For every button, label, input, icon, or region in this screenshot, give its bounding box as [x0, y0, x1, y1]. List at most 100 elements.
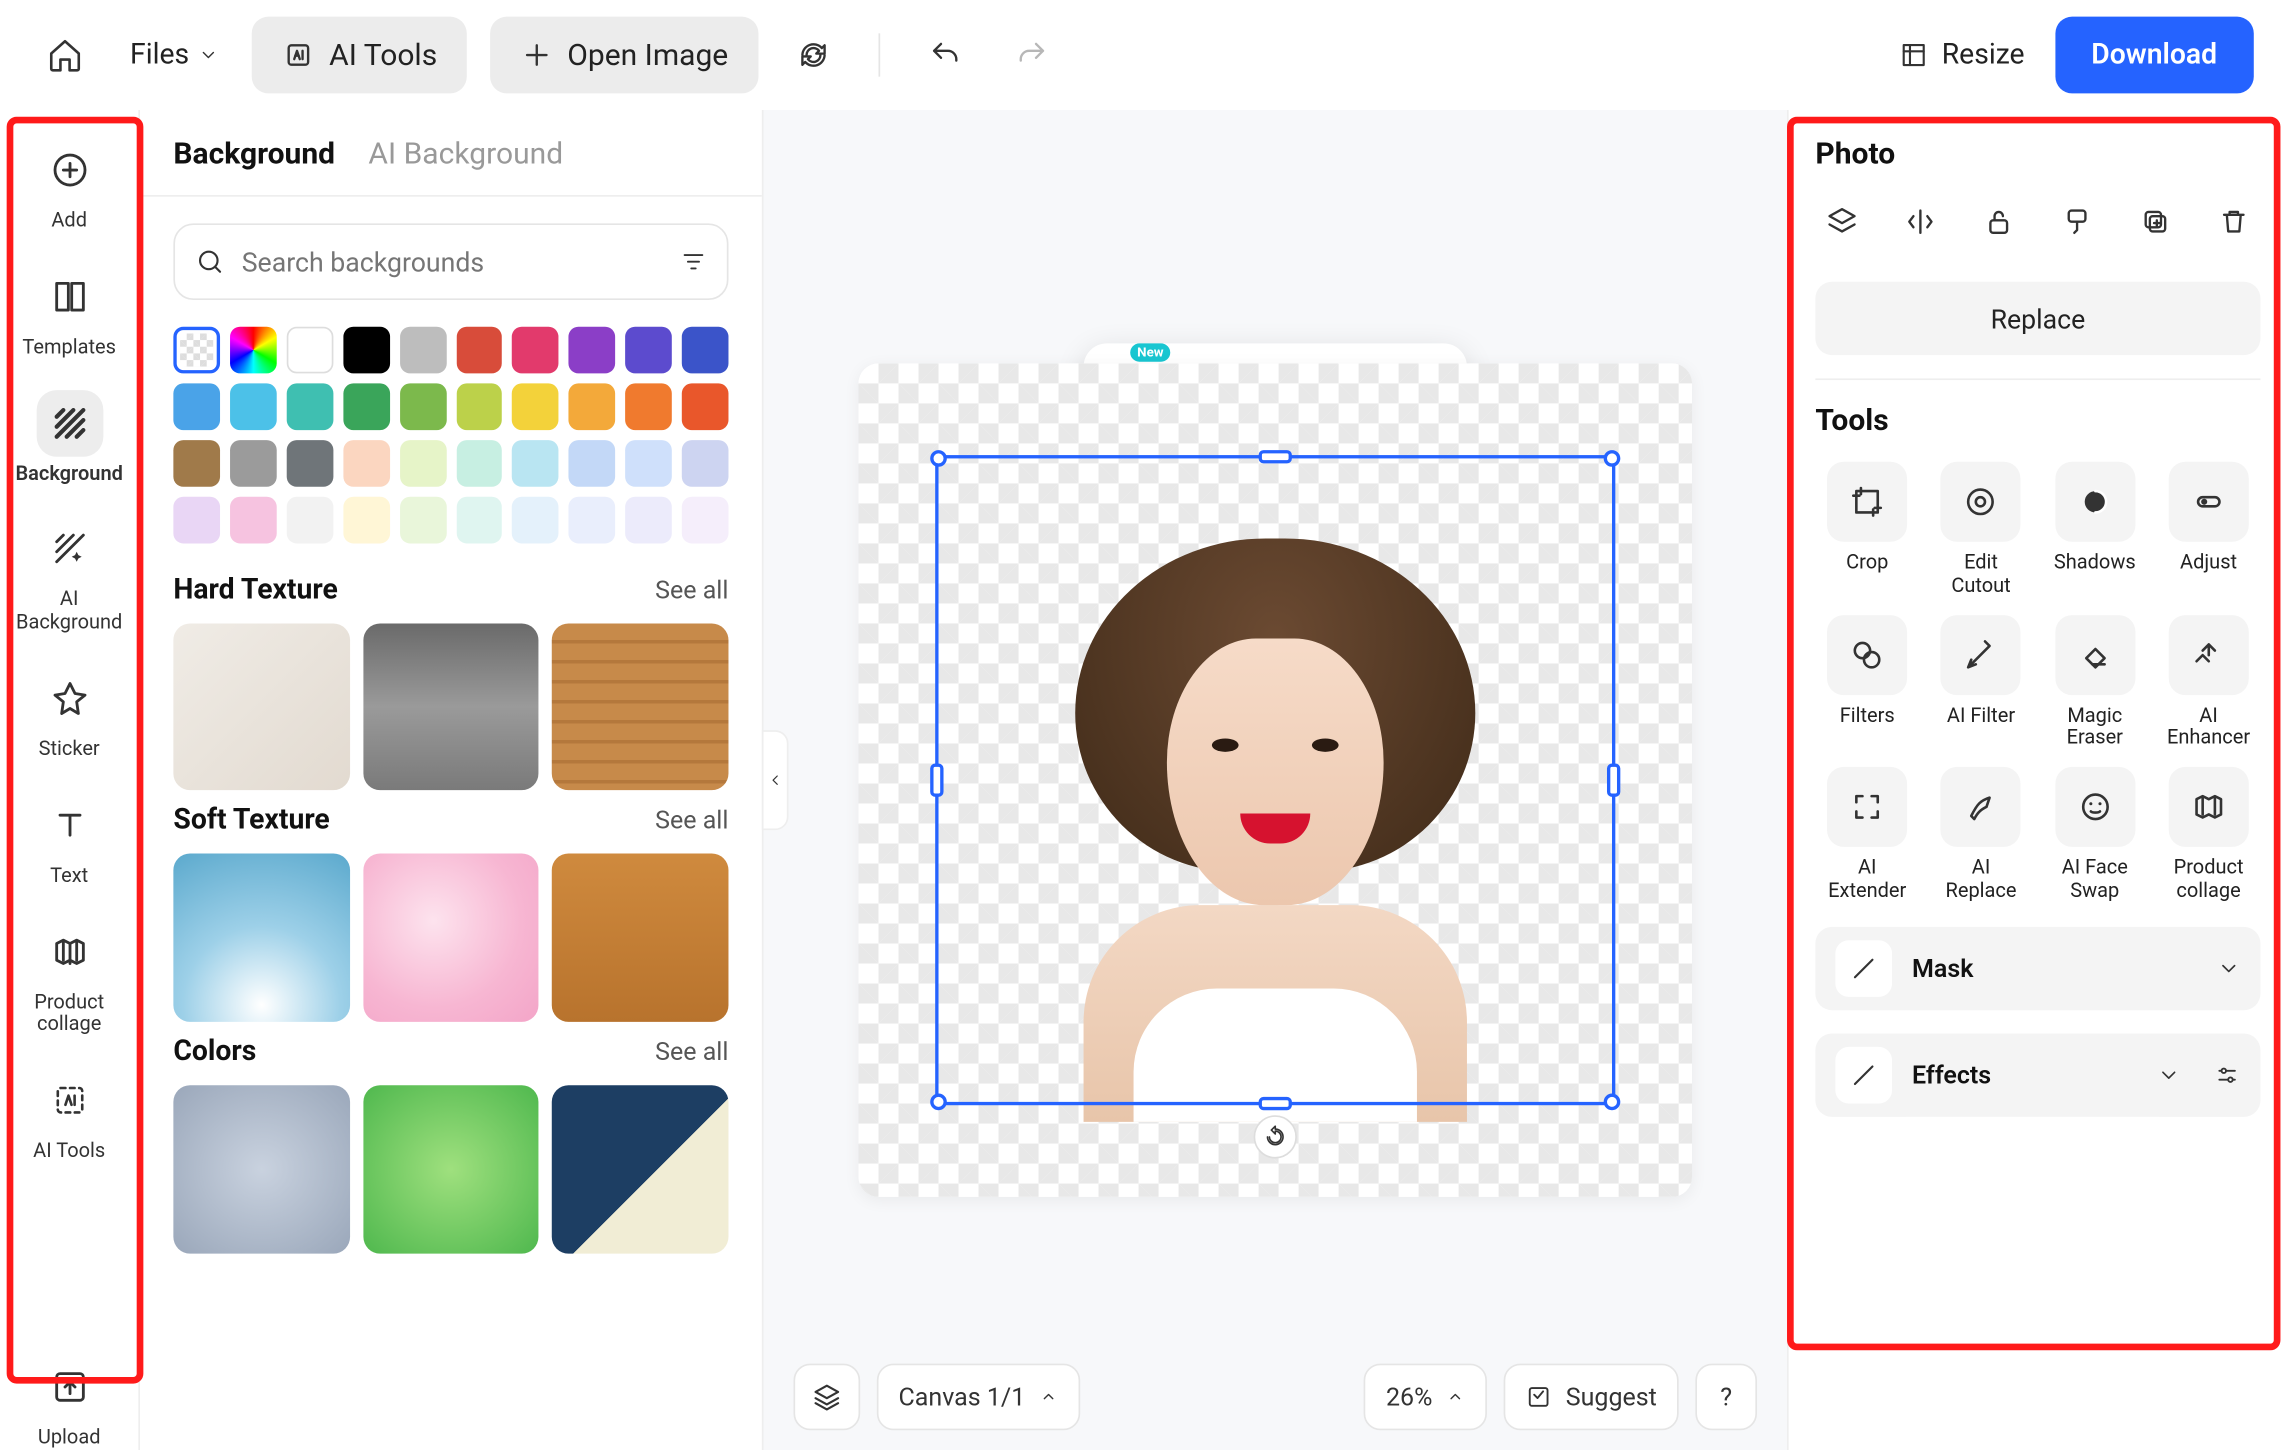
duplicate-icon[interactable]: [2135, 202, 2175, 242]
sidebar-item-templates[interactable]: Templates: [0, 253, 138, 369]
color-swatch[interactable]: [456, 496, 503, 543]
texture-thumb[interactable]: [363, 623, 539, 791]
color-swatch[interactable]: [682, 496, 729, 543]
resize-handle[interactable]: [930, 450, 947, 467]
resize-handle[interactable]: [1604, 450, 1621, 467]
color-thumb[interactable]: [552, 1085, 728, 1253]
layers-icon[interactable]: [1822, 202, 1862, 242]
rotate-handle[interactable]: [1254, 1115, 1297, 1158]
color-swatch[interactable]: [173, 327, 220, 374]
color-swatch[interactable]: [512, 440, 559, 487]
files-menu[interactable]: Files: [120, 38, 229, 71]
color-swatch[interactable]: [456, 383, 503, 430]
color-swatch[interactable]: [626, 327, 673, 374]
color-swatch[interactable]: [399, 496, 446, 543]
ai-tools-button[interactable]: AI Tools: [252, 17, 467, 94]
color-swatch[interactable]: [173, 383, 220, 430]
sidebar-item-background[interactable]: Background: [0, 379, 138, 495]
resize-handle[interactable]: [1604, 1094, 1621, 1111]
tool-shadows[interactable]: Shadows: [2043, 462, 2147, 598]
tool-ai-replace[interactable]: AI Replace: [1929, 767, 2033, 903]
color-swatch[interactable]: [173, 496, 220, 543]
sync-icon[interactable]: [782, 23, 845, 86]
color-swatch[interactable]: [286, 440, 333, 487]
selection-box[interactable]: [935, 455, 1615, 1105]
suggest-button[interactable]: Suggest: [1504, 1364, 1678, 1431]
color-swatch[interactable]: [173, 440, 220, 487]
texture-thumb[interactable]: [363, 854, 539, 1022]
replace-button[interactable]: Replace: [1815, 282, 2260, 355]
search-field[interactable]: [242, 246, 664, 278]
color-swatch[interactable]: [286, 496, 333, 543]
canvas[interactable]: [859, 363, 1693, 1197]
tool-magic-eraser[interactable]: Magic Eraser: [2043, 614, 2147, 750]
color-swatch[interactable]: [512, 383, 559, 430]
color-swatch[interactable]: [512, 327, 559, 374]
color-swatch[interactable]: [399, 440, 446, 487]
resize-handle[interactable]: [1259, 450, 1292, 463]
mask-row[interactable]: Mask: [1815, 926, 2260, 1009]
tool-edit-cutout[interactable]: Edit Cutout: [1929, 462, 2033, 598]
paint-icon[interactable]: [2057, 202, 2097, 242]
color-swatch[interactable]: [626, 383, 673, 430]
color-swatch[interactable]: [569, 383, 616, 430]
resize-handle[interactable]: [930, 1094, 947, 1111]
texture-thumb[interactable]: [552, 623, 728, 791]
texture-thumb[interactable]: [552, 854, 728, 1022]
trash-icon[interactable]: [2214, 202, 2254, 242]
help-button[interactable]: ?: [1695, 1364, 1757, 1431]
color-swatch[interactable]: [399, 383, 446, 430]
redo-icon[interactable]: [1000, 23, 1063, 86]
flip-icon[interactable]: [1900, 202, 1940, 242]
filter-icon[interactable]: [680, 248, 707, 275]
color-swatch[interactable]: [230, 327, 277, 374]
resize-handle[interactable]: [930, 763, 943, 796]
color-swatch[interactable]: [456, 327, 503, 374]
home-icon[interactable]: [33, 23, 96, 86]
sidebar-item-product-collage[interactable]: Product collage: [0, 908, 138, 1047]
effects-row[interactable]: Effects: [1815, 1033, 2260, 1116]
color-swatch[interactable]: [456, 440, 503, 487]
color-thumb[interactable]: [173, 1085, 349, 1253]
color-swatch[interactable]: [286, 327, 333, 374]
see-all-link[interactable]: See all: [655, 574, 728, 604]
collapse-panel-icon[interactable]: [762, 730, 789, 830]
color-swatch[interactable]: [682, 383, 729, 430]
color-swatch[interactable]: [569, 327, 616, 374]
undo-icon[interactable]: [913, 23, 976, 86]
canvas-area[interactable]: AINew Canvas 1/1 26% Suggest ?: [763, 110, 1787, 1450]
tool-ai-enhancer[interactable]: AI Enhancer: [2157, 614, 2261, 750]
canvas-selector[interactable]: Canvas 1/1: [877, 1364, 1080, 1431]
color-swatch[interactable]: [682, 440, 729, 487]
color-swatch[interactable]: [569, 496, 616, 543]
sidebar-item-upload[interactable]: Upload: [0, 1344, 138, 1450]
tab-background[interactable]: Background: [173, 137, 335, 172]
download-button[interactable]: Download: [2055, 17, 2254, 94]
zoom-selector[interactable]: 26%: [1364, 1364, 1487, 1431]
sidebar-item-add[interactable]: Add: [0, 127, 138, 243]
see-all-link[interactable]: See all: [655, 1037, 728, 1067]
tool-ai-face-swap[interactable]: AI Face Swap: [2043, 767, 2147, 903]
color-swatch[interactable]: [512, 496, 559, 543]
open-image-button[interactable]: Open Image: [491, 17, 759, 94]
sliders-icon[interactable]: [2214, 1062, 2241, 1089]
color-swatch[interactable]: [343, 440, 390, 487]
color-swatch[interactable]: [399, 327, 446, 374]
tool-ai-filter[interactable]: AI Filter: [1929, 614, 2033, 750]
resize-button[interactable]: Resize: [1898, 38, 2024, 71]
texture-thumb[interactable]: [173, 623, 349, 791]
color-swatch[interactable]: [286, 383, 333, 430]
sidebar-item-ai-background[interactable]: AI Background: [0, 506, 138, 645]
sidebar-item-ai-tools[interactable]: AI Tools: [0, 1057, 138, 1173]
color-thumb[interactable]: [363, 1085, 539, 1253]
color-swatch[interactable]: [343, 383, 390, 430]
color-swatch[interactable]: [230, 496, 277, 543]
color-swatch[interactable]: [682, 327, 729, 374]
resize-handle[interactable]: [1607, 763, 1620, 796]
sidebar-item-sticker[interactable]: Sticker: [0, 655, 138, 771]
color-swatch[interactable]: [626, 440, 673, 487]
unlock-icon[interactable]: [1979, 202, 2019, 242]
layers-button[interactable]: [793, 1364, 860, 1431]
resize-handle[interactable]: [1259, 1097, 1292, 1110]
color-swatch[interactable]: [626, 496, 673, 543]
